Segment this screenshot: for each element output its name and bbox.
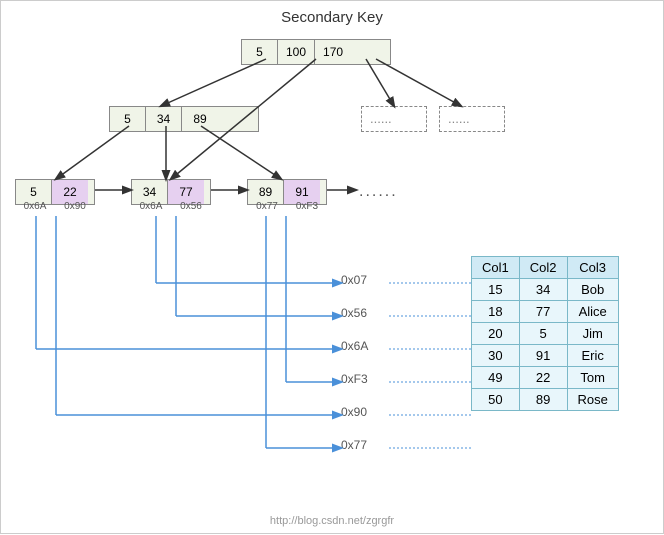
col-header-3: Col3 xyxy=(567,257,618,279)
root-node: 5 100 170 xyxy=(241,39,391,65)
leaf1-addr-row: 0x6A 0x90 xyxy=(15,201,95,212)
leaf3-addr-row: 0x77 0xF3 xyxy=(247,201,327,212)
cell-r4-c2: Tom xyxy=(567,367,618,389)
cell-r3-c1: 91 xyxy=(519,345,567,367)
leaf2-addr-1: 0x6A xyxy=(131,201,171,212)
level2-node: 5 34 89 xyxy=(109,106,259,132)
table-row: 5089Rose xyxy=(472,389,619,411)
cell-r5-c0: 50 xyxy=(472,389,520,411)
leaf1-addr-2: 0x90 xyxy=(55,201,95,212)
leaf3-addr-1: 0x77 xyxy=(247,201,287,212)
cell-r0-c0: 15 xyxy=(472,279,520,301)
main-dots: ...... xyxy=(359,183,398,201)
root-cell-3: 170 xyxy=(315,40,351,64)
cell-r1-c0: 18 xyxy=(472,301,520,323)
dashed-node-2: ...... xyxy=(439,106,505,132)
watermark: http://blog.csdn.net/zgrgfr xyxy=(270,515,394,527)
leaf3-addr-2: 0xF3 xyxy=(287,201,327,212)
cell-r3-c2: Eric xyxy=(567,345,618,367)
page-title: Secondary Key xyxy=(1,1,663,26)
cell-r2-c2: Jim xyxy=(567,323,618,345)
addr-0x56: 0x56 xyxy=(341,306,367,320)
col-header-2: Col2 xyxy=(519,257,567,279)
data-table: Col1 Col2 Col3 1534Bob1877Alice205Jim309… xyxy=(471,256,619,411)
root-cell-1: 5 xyxy=(242,40,278,64)
cell-r1-c1: 77 xyxy=(519,301,567,323)
cell-r1-c2: Alice xyxy=(567,301,618,323)
cell-r4-c0: 49 xyxy=(472,367,520,389)
cell-r2-c0: 20 xyxy=(472,323,520,345)
addr-0x6A: 0x6A xyxy=(341,339,368,353)
addr-0x07: 0x07 xyxy=(341,273,367,287)
cell-r4-c1: 22 xyxy=(519,367,567,389)
table-row: 4922Tom xyxy=(472,367,619,389)
cell-r0-c1: 34 xyxy=(519,279,567,301)
addr-0xF3: 0xF3 xyxy=(341,372,368,386)
table-row: 3091Eric xyxy=(472,345,619,367)
cell-r5-c1: 89 xyxy=(519,389,567,411)
dashed-cell-1: ...... xyxy=(362,107,400,131)
table-row: 205Jim xyxy=(472,323,619,345)
col-header-1: Col1 xyxy=(472,257,520,279)
main-container: Secondary Key 5 100 170 5 34 89 ...... .… xyxy=(0,0,664,534)
dashed-node-1: ...... xyxy=(361,106,427,132)
l2-cell-2: 34 xyxy=(146,107,182,131)
leaf2-addr-row: 0x6A 0x56 xyxy=(131,201,211,212)
root-cell-2: 100 xyxy=(278,40,315,64)
l2-cell-3: 89 xyxy=(182,107,218,131)
cell-r3-c0: 30 xyxy=(472,345,520,367)
table-row: 1877Alice xyxy=(472,301,619,323)
cell-r2-c1: 5 xyxy=(519,323,567,345)
addr-0x77: 0x77 xyxy=(341,438,367,452)
l2-cell-1: 5 xyxy=(110,107,146,131)
table-row: 1534Bob xyxy=(472,279,619,301)
cell-r0-c2: Bob xyxy=(567,279,618,301)
dashed-cell-2: ...... xyxy=(440,107,478,131)
addr-0x90: 0x90 xyxy=(341,405,367,419)
leaf2-addr-2: 0x56 xyxy=(171,201,211,212)
leaf1-addr-1: 0x6A xyxy=(15,201,55,212)
cell-r5-c2: Rose xyxy=(567,389,618,411)
